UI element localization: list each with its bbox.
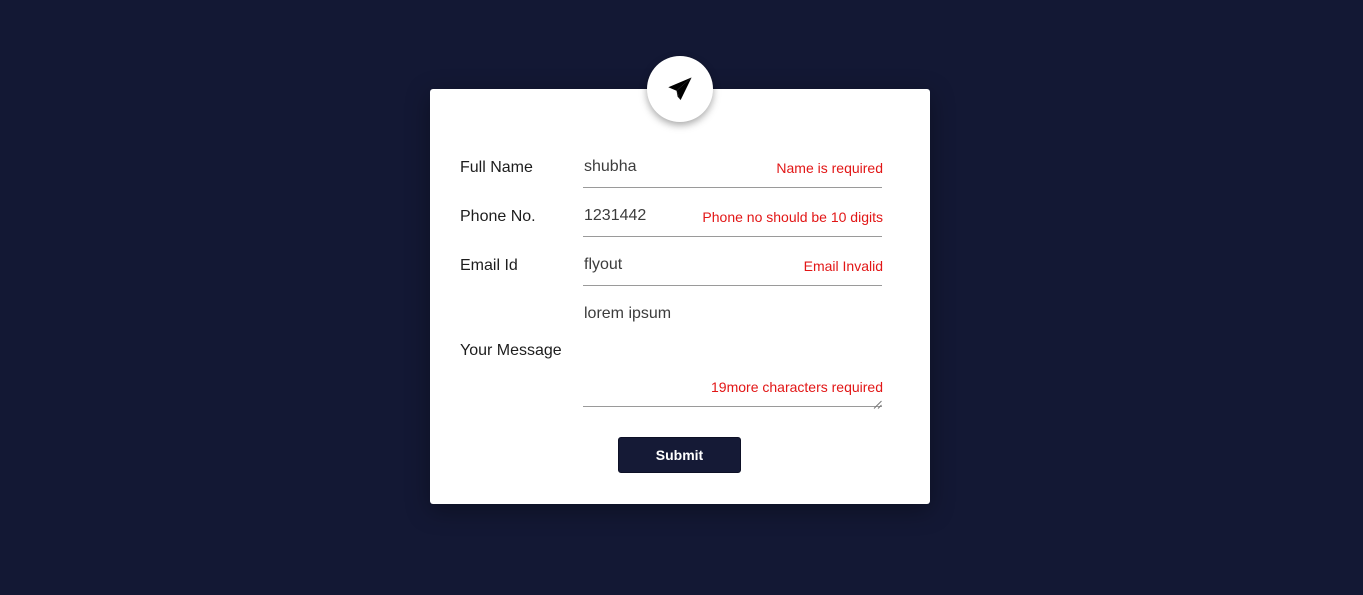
phone-label: Phone No. — [460, 208, 536, 225]
phone-value: 1231442 — [584, 207, 647, 224]
full-name-error: Name is required — [776, 160, 883, 176]
email-input[interactable]: flyout Email Invalid — [583, 253, 883, 286]
paper-plane-icon — [666, 75, 694, 103]
full-name-label: Full Name — [460, 159, 533, 176]
email-label: Email Id — [460, 257, 518, 274]
email-value: flyout — [584, 256, 623, 273]
phone-error: Phone no should be 10 digits — [702, 209, 883, 225]
full-name-input[interactable]: shubha Name is required — [583, 155, 883, 188]
message-label: Your Message — [460, 342, 562, 359]
full-name-value: shubha — [584, 158, 637, 175]
message-textarea[interactable]: lorem ipsum 19more characters required — [583, 302, 883, 409]
message-value: lorem ipsum — [584, 305, 672, 322]
phone-input[interactable]: 1231442 Phone no should be 10 digits — [583, 204, 883, 237]
contact-form-card: Full Name shubha Name is required Phone … — [430, 89, 930, 504]
send-badge — [647, 56, 713, 122]
resize-handle-icon[interactable] — [873, 396, 882, 409]
message-error: 19more characters required — [711, 379, 883, 395]
submit-button[interactable]: Submit — [618, 437, 741, 473]
email-error: Email Invalid — [803, 258, 883, 274]
